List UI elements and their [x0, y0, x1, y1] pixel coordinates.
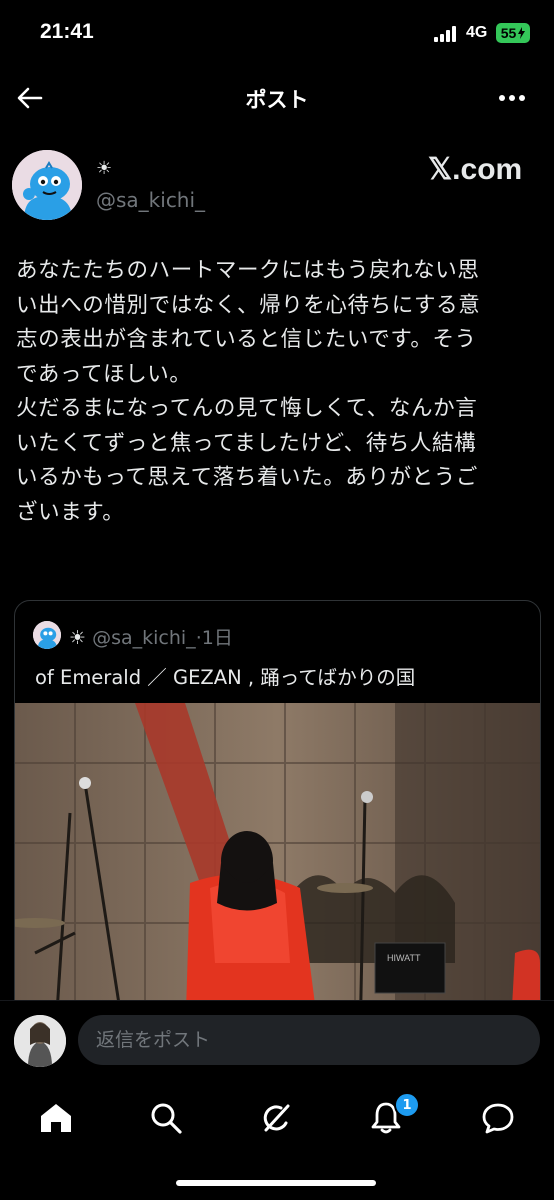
author-avatar[interactable]	[12, 150, 82, 220]
concert-stage-photo: HIWATT	[15, 703, 540, 1041]
post-header: ポスト	[0, 72, 554, 124]
status-time: 21:41	[40, 20, 94, 43]
post-text-line: であってほしい。	[16, 361, 192, 387]
home-indicator	[176, 1180, 376, 1186]
home-icon	[41, 1104, 71, 1132]
reply-bar	[0, 1000, 554, 1083]
reply-input[interactable]	[78, 1015, 540, 1065]
battery-charging-icon	[518, 27, 526, 39]
cartoon-character-icon	[12, 150, 82, 220]
quoted-post-meta: ☀ @sa_kichi_·1日	[69, 623, 233, 650]
nav-home[interactable]	[34, 1096, 78, 1140]
battery-indicator: 55	[496, 23, 530, 43]
author-name[interactable]: ☀	[96, 158, 112, 179]
cartoon-character-icon	[33, 621, 61, 649]
quoted-post-time: ·1日	[195, 627, 233, 649]
current-user-avatar[interactable]	[14, 1015, 66, 1067]
quoted-author-name: ☀	[69, 627, 87, 649]
post-text-line: い出への惜別ではなく、帰りを心待ちにする意	[16, 292, 481, 318]
messages-icon	[482, 1103, 514, 1134]
network-label: 4G	[466, 24, 488, 41]
post-text-line: いたくてずっと焦ってましたけど、待ち人結構	[16, 430, 477, 456]
post-text-line: 志の表出が含まれていると信じたいです。そう	[16, 327, 477, 352]
nav-search[interactable]	[144, 1096, 188, 1140]
quoted-post-media[interactable]: HIWATT	[15, 703, 540, 1041]
post-text-line: あなたたちのハートマークにはもう戻れない思	[16, 258, 480, 283]
page-title: ポスト	[245, 88, 309, 112]
grok-icon	[263, 1104, 290, 1132]
search-icon	[151, 1103, 182, 1134]
more-options-icon	[499, 95, 525, 101]
notification-count-badge: 1	[394, 1092, 420, 1118]
quoted-post-text: of Emerald ／ GEZAN , 踊ってばかりの国	[35, 666, 416, 689]
post-text-line: いるかもって思えて落ち着いた。ありがとうご	[16, 465, 478, 490]
nav-grok[interactable]	[254, 1096, 298, 1140]
user-avatar-icon	[14, 1015, 66, 1067]
quoted-author-avatar	[33, 621, 61, 649]
amp-label: HIWATT	[387, 953, 421, 963]
status-bar: 21:41 4G 55	[0, 0, 554, 64]
more-options-button[interactable]	[494, 82, 530, 114]
battery-level: 55	[500, 25, 517, 41]
post-text-line: 火だるまになってんの見て悔しくて、なんか言	[16, 396, 478, 421]
signal-bars-icon	[434, 26, 460, 46]
author-handle[interactable]: @sa_kichi_	[96, 188, 205, 212]
x-com-watermark: 𝕏.com	[428, 153, 523, 186]
quoted-post-card[interactable]: ☀ @sa_kichi_·1日 of Emerald ／ GEZAN , 踊って…	[14, 600, 541, 1042]
post-text: あなたたちのハートマークにはもう戻れない思 い出への惜別ではなく、帰りを心待ちに…	[16, 254, 540, 530]
nav-messages[interactable]	[476, 1096, 520, 1140]
quoted-author-handle: @sa_kichi_	[92, 627, 196, 649]
post-text-line: ざいます。	[16, 499, 125, 525]
